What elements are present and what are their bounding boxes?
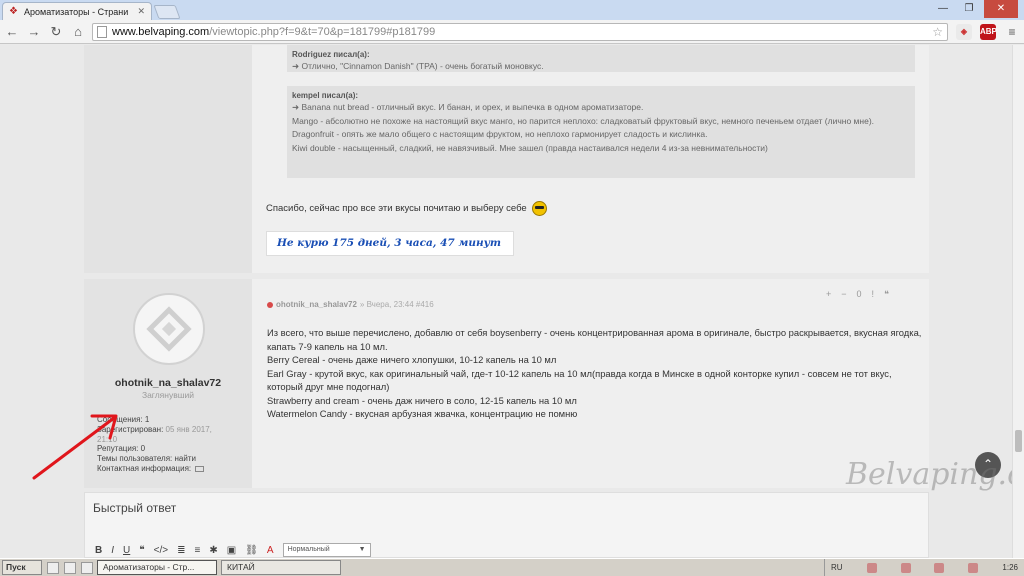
list-item-button[interactable]: ✱ [209,545,217,556]
volume-icon[interactable] [968,562,979,573]
quote-line: Mango - абсолютно не похоже на настоящий… [292,115,875,126]
editor-toolbar: B I U ❝ </> ≣ ≡ ✱ ▣ ⛓ A Нормальный ▼ [95,543,371,557]
post-paragraph: Berry Cereal - очень даже ничего хлопушк… [267,354,557,365]
tray-icon[interactable] [900,562,911,573]
post-header-author[interactable]: ohotnik_na_shalav72 [276,300,357,309]
post-username[interactable]: ohotnik_na_shalav72 [84,377,252,389]
url-path: /viewtopic.php?f=9&t=70&p=181799#p181799 [209,26,436,38]
quote-block: kempel писал(а): ➜ Banana nut bread - от… [287,86,915,178]
home-icon[interactable]: ⌂ [70,24,86,40]
page-scrollbar[interactable] [1012,45,1024,558]
post-actions: + − 0 ! ❝ [826,289,889,300]
mail-icon[interactable] [195,465,205,472]
rate-down-icon[interactable]: − [841,289,846,300]
quote-line: Dragonfruit - опять же мало общего с нас… [292,129,708,139]
clock: 1:26 [1002,563,1018,572]
format-select-value: Нормальный [287,546,330,553]
start-button[interactable]: Пуск [2,560,42,575]
post-body: Из всего, что выше перечислено, добавлю … [267,326,922,421]
quote-icon[interactable]: ❝ [884,289,889,300]
close-tab-icon[interactable]: ✕ [137,6,145,17]
topics-link[interactable]: найти [174,454,195,463]
font-color-button[interactable]: A [267,545,274,556]
post-paragraph: Из всего, что выше перечислено, добавлю … [267,327,922,352]
image-button[interactable]: ▣ [227,545,236,556]
quote-button[interactable]: ❝ [139,545,144,556]
maximize-icon[interactable]: ❐ [958,0,980,18]
ordered-list-button[interactable]: ≡ [195,545,201,556]
red-arrow-annotation [32,414,118,480]
site-favicon-icon: ❖ [9,5,18,17]
tray-icon[interactable] [934,562,945,573]
report-icon[interactable]: ! [872,289,875,300]
windows-taskbar: Пуск Ароматизаторы - Стр... КИТАЙ RU 1:2… [0,558,1024,576]
taskbar-item-browser[interactable]: Ароматизаторы - Стр... [97,560,217,575]
quote-line: ➜ Отлично, "Cinnamon Danish" (TPA) - оче… [292,61,544,71]
user-signature: Не курю 175 дней, 3 часа, 47 минут [266,231,514,256]
quick-reply-title: Быстрый ответ [93,501,177,515]
registered-value: 05 янв 2017, [165,424,212,434]
forward-icon[interactable]: → [26,24,42,40]
bookmark-star-icon[interactable]: ☆ [932,25,943,39]
tab-title: Ароматизаторы - Страни [24,6,129,17]
post-text: Спасибо, сейчас про все эти вкусы почита… [266,201,547,216]
tray-icon[interactable] [866,562,877,573]
browser-toolbar: ← → ↻ ⌂ www.belvaping.com /viewtopic.php… [0,20,1024,44]
post-author-panel [84,45,252,273]
extension-icon[interactable]: ◈ [956,24,972,40]
address-bar[interactable]: www.belvaping.com /viewtopic.php?f=9&t=7… [92,23,948,41]
smiley-icon [531,201,547,216]
quote-line: ➜ Banana nut bread - отличный вкус. И ба… [292,102,644,112]
format-select[interactable]: Нормальный ▼ [282,543,371,557]
quote-author: Rodriguez писал(а): [292,50,370,59]
quick-reply-panel: Быстрый ответ B I U ❝ </> ≣ ≡ ✱ ▣ ⛓ A Но… [84,492,929,558]
watermark-logo: Belvaping.com [846,457,1024,492]
list-button[interactable]: ≣ [177,545,185,556]
browser-tab-strip: ❖ Ароматизаторы - Страни ✕ — ❐ ✕ [0,0,1024,20]
post-paragraph: Earl Gray - крутой вкус, как оригинальны… [267,367,892,393]
system-tray: RU 1:26 [824,559,1024,576]
thanks-text: Спасибо, сейчас про все эти вкусы почита… [266,203,527,214]
minimize-icon[interactable]: — [932,0,954,18]
reload-icon[interactable]: ↻ [48,24,64,40]
close-window-icon[interactable]: ✕ [984,0,1018,18]
bold-button[interactable]: B [95,545,102,556]
menu-icon[interactable]: ≡ [1004,24,1020,40]
url-host: www.belvaping.com [112,26,210,38]
quote-block: Rodriguez писал(а): ➜ Отлично, "Cinnamon… [287,45,915,72]
quote-author: kempel писал(а): [292,91,359,100]
user-rank: Заглянувший [141,390,195,400]
reputation-value: 0 [140,444,146,454]
post-paragraph: Strawberry and cream - очень даж ничего … [267,394,577,406]
quicklaunch-icon[interactable] [47,561,59,574]
quicklaunch-icon[interactable] [81,561,93,574]
post-paragraph: Watermelon Candy - вкусная арбузная жвач… [267,408,578,419]
code-button[interactable]: </> [154,545,168,556]
quicklaunch-icon[interactable] [64,561,76,574]
post-header: ohotnik_na_shalav72 » Вчера, 23:44 #416 [267,300,434,309]
avatar[interactable] [133,293,205,365]
browser-tab[interactable]: ❖ Ароматизаторы - Страни ✕ [2,2,152,20]
new-tab-button[interactable] [153,5,181,19]
quote-line: Kiwi double - насыщенный, сладкий, не на… [292,142,768,153]
taskbar-item-folder[interactable]: КИТАЙ [221,560,341,575]
online-status-icon [267,301,273,308]
chevron-down-icon: ▼ [358,546,366,553]
avatar-pattern-icon [146,306,192,352]
page-icon [97,26,107,38]
underline-button[interactable]: U [123,545,130,556]
italic-button[interactable]: I [111,545,114,556]
back-icon[interactable]: ← [4,24,20,40]
link-button[interactable]: ⛓ [245,545,258,556]
adblock-icon[interactable]: ABP [980,24,997,40]
post-date[interactable]: » Вчера, 23:44 #416 [360,300,434,309]
language-indicator[interactable]: RU [831,563,843,572]
scrollbar-thumb[interactable] [1015,430,1022,452]
rating-count: 0 [856,289,862,299]
rate-up-icon[interactable]: + [826,289,831,300]
messages-value[interactable]: 1 [145,415,149,424]
